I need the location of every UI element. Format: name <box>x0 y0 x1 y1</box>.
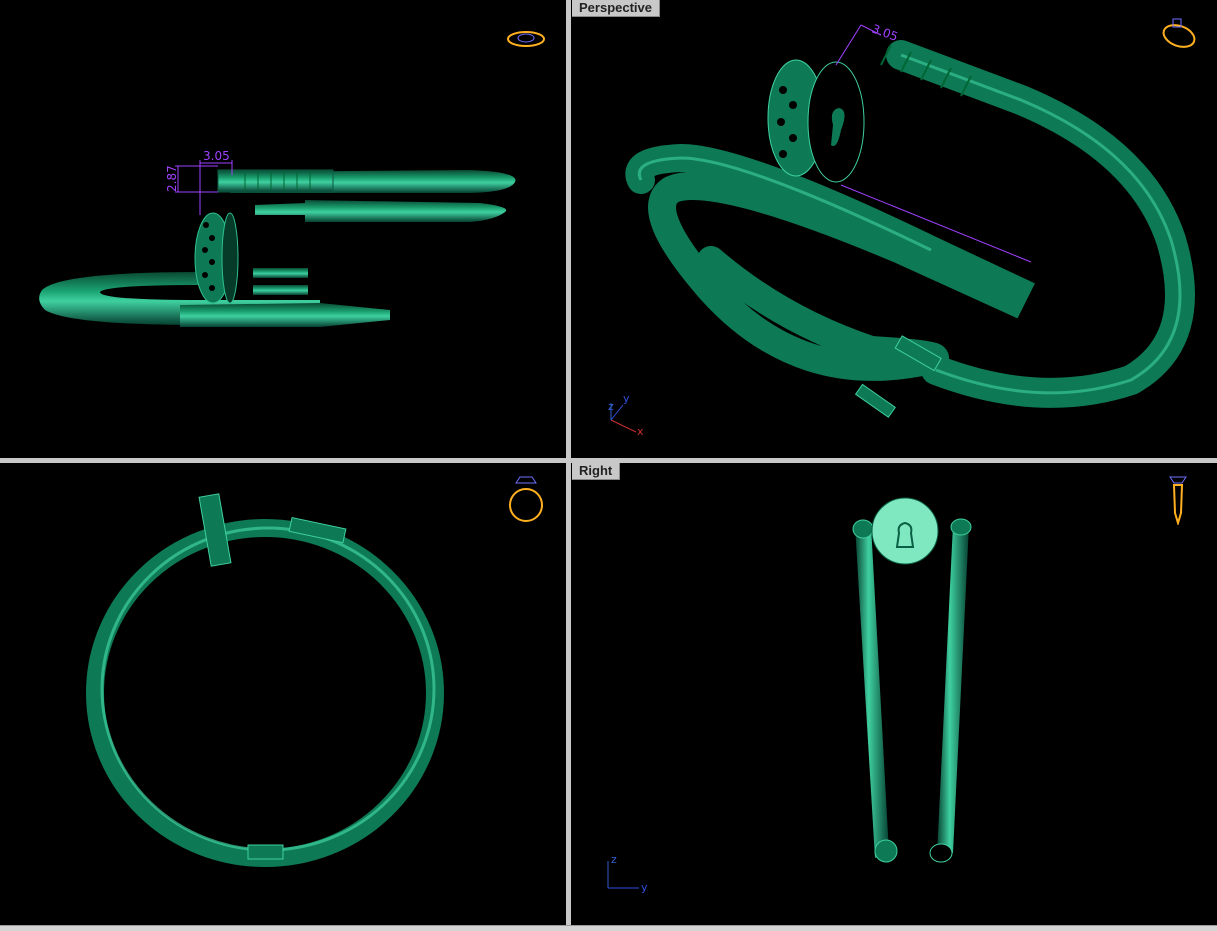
front-clasp-bottom <box>247 844 284 860</box>
bracelet-loop <box>886 40 1195 408</box>
right-tube-left <box>855 525 889 858</box>
viewport-title-right[interactable]: Right <box>572 463 621 480</box>
peg-lower <box>253 285 308 295</box>
viewport-front[interactable] <box>0 463 566 925</box>
perspective-model: 3.05 x y z <box>608 22 1195 438</box>
bracelet-arc <box>625 143 1035 381</box>
axis-y-label: y <box>623 392 630 405</box>
upper-screw <box>217 169 334 193</box>
ring-top-view-icon[interactable] <box>505 28 547 50</box>
dimension-width-label: 3.05 <box>203 149 230 163</box>
viewport-top[interactable]: 3.05 2.87 <box>0 0 566 458</box>
bracelet-ring <box>86 519 444 867</box>
lower-end-piece-2 <box>854 383 896 418</box>
pointed-tube <box>255 200 507 222</box>
ring-front-icon[interactable] <box>506 473 546 525</box>
viewport-title-perspective[interactable]: Perspective <box>572 0 660 17</box>
right-medallion-disc <box>871 497 939 565</box>
front-view-model <box>86 493 444 867</box>
axis-right-y-label: y <box>641 881 648 894</box>
viewport-right[interactable]: z y Right <box>571 463 1217 925</box>
right-end-top-right <box>950 518 972 536</box>
right-tube-right <box>937 525 969 855</box>
right-end-top-left <box>852 519 874 539</box>
rhino-viewport-layout: 3.05 2.87 3.05 x y z Perspective z y Rig… <box>0 0 1217 931</box>
right-view-model: z y <box>607 497 972 894</box>
ring-perspective-icon[interactable] <box>1159 16 1199 52</box>
axis-right-z-label: z <box>611 853 617 866</box>
right-end-bottom-right <box>929 843 953 863</box>
right-end-bottom-left <box>874 839 898 863</box>
axis-widget-perspective <box>610 403 637 433</box>
viewport-perspective[interactable]: 3.05 x y z Perspective <box>571 0 1217 458</box>
axis-z-label: z <box>608 400 614 413</box>
medallion-disc <box>221 212 239 304</box>
top-view-model: 3.05 2.87 <box>39 149 516 327</box>
persp-dimension-label: 3.05 <box>870 22 900 44</box>
axis-x-label: x <box>637 425 644 438</box>
ring-side-icon[interactable] <box>1167 473 1189 525</box>
status-strip <box>0 925 1217 931</box>
peg-upper <box>253 268 308 278</box>
lower-pointed <box>180 303 390 327</box>
dimension-height-label: 2.87 <box>165 165 179 192</box>
